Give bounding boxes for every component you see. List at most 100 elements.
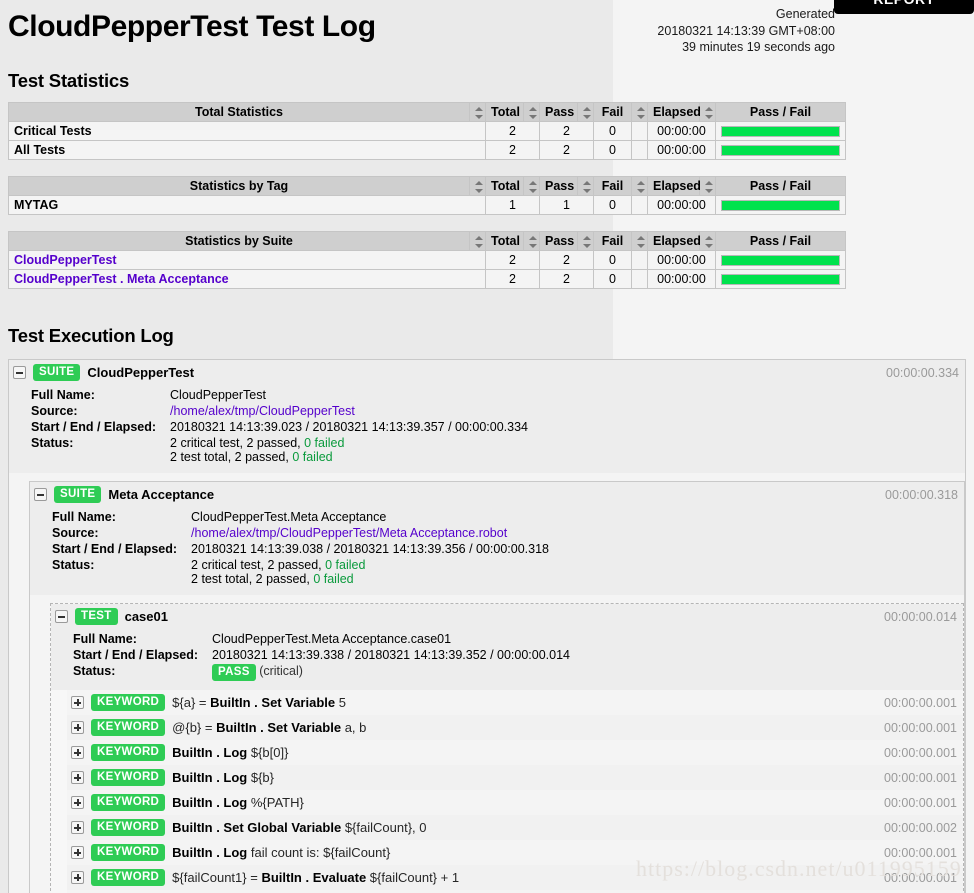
column-header-title[interactable]: Statistics by Tag [8,176,470,196]
column-header-total[interactable]: Total [485,102,524,122]
row-label[interactable]: CloudPepperTest . Meta Acceptance [8,269,486,289]
column-header-elapsed[interactable]: Elapsed [647,102,701,122]
expand-toggle-icon[interactable] [71,771,84,784]
keyword-badge: KEYWORD [91,769,166,786]
suite-child-times: 20180321 14:13:39.038 / 20180321 14:13:3… [191,542,550,556]
collapse-toggle-icon[interactable] [34,488,47,501]
keyword-row[interactable]: KEYWORD BuiltIn . Log ${b[0]} 00:00:00.001 [67,740,963,765]
expand-toggle-icon[interactable] [71,796,84,809]
sort-arrows-icon[interactable] [583,106,592,119]
log-page: REPORT Generated 20180321 14:13:39 GMT+0… [0,0,974,893]
sort-arrows-icon[interactable] [475,106,484,119]
sort-title-button[interactable] [469,231,486,251]
sort-title-button[interactable] [469,102,486,122]
report-button[interactable]: REPORT [834,0,974,14]
suite-root-status-critical: 2 critical test, 2 passed, 0 failed [170,436,528,450]
expand-toggle-icon[interactable] [71,721,84,734]
expand-toggle-icon[interactable] [71,696,84,709]
row-spacer [631,269,648,289]
keyword-row[interactable]: KEYWORD ${a} = BuiltIn . Set Variable 5 00… [67,690,963,715]
keyword-row[interactable]: KEYWORD BuiltIn . Log ${b} 00:00:00.001 [67,765,963,790]
row-total: 1 [485,195,540,215]
sort-elapsed-button[interactable] [699,176,716,196]
sort-elapsed-button[interactable] [699,102,716,122]
collapse-toggle-icon[interactable] [13,366,26,379]
row-pass: 2 [539,269,594,289]
suite-child-header[interactable]: SUITE Meta Acceptance 00:00:00.318 [30,482,964,507]
label-full-name: Full Name: [73,632,137,646]
column-header-pass[interactable]: Pass [539,231,578,251]
column-header-title[interactable]: Total Statistics [8,102,470,122]
suite-child-source-link[interactable]: /home/alex/tmp/CloudPepperTest/Meta Acce… [191,526,507,540]
collapse-toggle-icon[interactable] [55,610,68,623]
suite-link[interactable]: CloudPepperTest . Meta Acceptance [14,272,229,286]
suite-root-source-link[interactable]: /home/alex/tmp/CloudPepperTest [170,404,355,418]
sort-fail-button[interactable] [631,176,648,196]
sort-arrows-icon[interactable] [529,106,538,119]
keyword-row[interactable]: KEYWORD ${failCount1} = BuiltIn . Evaluat… [67,865,963,890]
row-label: MYTAG [8,195,486,215]
sort-pass-button[interactable] [577,231,594,251]
sort-arrows-icon[interactable] [583,235,592,248]
sort-arrows-icon[interactable] [475,235,484,248]
column-header-total[interactable]: Total [485,176,524,196]
keyword-text: BuiltIn . Log fail count is: ${failCount… [172,845,391,860]
sort-arrows-icon[interactable] [705,235,714,248]
row-total: 2 [485,140,540,160]
column-header-elapsed[interactable]: Elapsed [647,176,701,196]
sort-title-button[interactable] [469,176,486,196]
pass-fail-bar [721,254,840,266]
sort-total-button[interactable] [523,231,540,251]
label-source: Source: [52,526,99,540]
column-header-fail[interactable]: Fail [593,102,632,122]
column-header-fail[interactable]: Fail [593,231,632,251]
sort-arrows-icon[interactable] [529,180,538,193]
row-fail: 0 [593,195,632,215]
column-header-elapsed[interactable]: Elapsed [647,231,701,251]
test-case-times: 20180321 14:13:39.338 / 20180321 14:13:3… [212,648,571,662]
row-elapsed: 00:00:00 [647,140,716,160]
sort-arrows-icon[interactable] [475,180,484,193]
sort-fail-button[interactable] [631,102,648,122]
sort-arrows-icon[interactable] [705,106,714,119]
keyword-row[interactable]: KEYWORD BuiltIn . Log fail count is: ${fa… [67,840,963,865]
sort-total-button[interactable] [523,176,540,196]
label-start-end-elapsed: Start / End / Elapsed: [52,542,178,556]
test-case-header[interactable]: TEST case01 00:00:00.014 [51,604,963,629]
column-header-total[interactable]: Total [485,231,524,251]
sort-arrows-icon[interactable] [583,180,592,193]
status-total-text: 2 test total, 2 passed, [170,450,293,464]
sort-elapsed-button[interactable] [699,231,716,251]
keyword-row[interactable]: KEYWORD @{b} = BuiltIn . Set Variable a, … [67,715,963,740]
sort-arrows-icon[interactable] [705,180,714,193]
suite-root-header[interactable]: SUITE CloudPepperTest 00:00:00.334 [9,360,965,385]
sort-arrows-icon[interactable] [637,235,646,248]
row-total: 2 [485,121,540,141]
row-label[interactable]: CloudPepperTest [8,250,486,270]
keyword-badge: KEYWORD [91,694,166,711]
suite-root-elapsed: 00:00:00.334 [886,365,959,380]
keyword-row[interactable]: KEYWORD BuiltIn . Log %{PATH} 00:00:00.001 [67,790,963,815]
generated-label: Generated [775,7,835,21]
expand-toggle-icon[interactable] [71,846,84,859]
column-header-title[interactable]: Statistics by Suite [8,231,470,251]
sort-pass-button[interactable] [577,102,594,122]
sort-arrows-icon[interactable] [637,180,646,193]
suite-child-status-total: 2 test total, 2 passed, 0 failed [191,572,549,586]
sort-total-button[interactable] [523,102,540,122]
expand-toggle-icon[interactable] [71,871,84,884]
sort-fail-button[interactable] [631,231,648,251]
column-header-pass[interactable]: Pass [539,102,578,122]
sort-pass-button[interactable] [577,176,594,196]
expand-toggle-icon[interactable] [71,821,84,834]
row-pass: 2 [539,250,594,270]
column-header-fail[interactable]: Fail [593,176,632,196]
column-header-passfail: Pass / Fail [715,231,846,251]
sort-arrows-icon[interactable] [529,235,538,248]
column-header-pass[interactable]: Pass [539,176,578,196]
suite-link[interactable]: CloudPepperTest [14,253,117,267]
expand-toggle-icon[interactable] [71,746,84,759]
status-critical-text: 2 critical test, 2 passed, [170,436,305,450]
keyword-row[interactable]: KEYWORD BuiltIn . Set Global Variable ${f… [67,815,963,840]
sort-arrows-icon[interactable] [637,106,646,119]
